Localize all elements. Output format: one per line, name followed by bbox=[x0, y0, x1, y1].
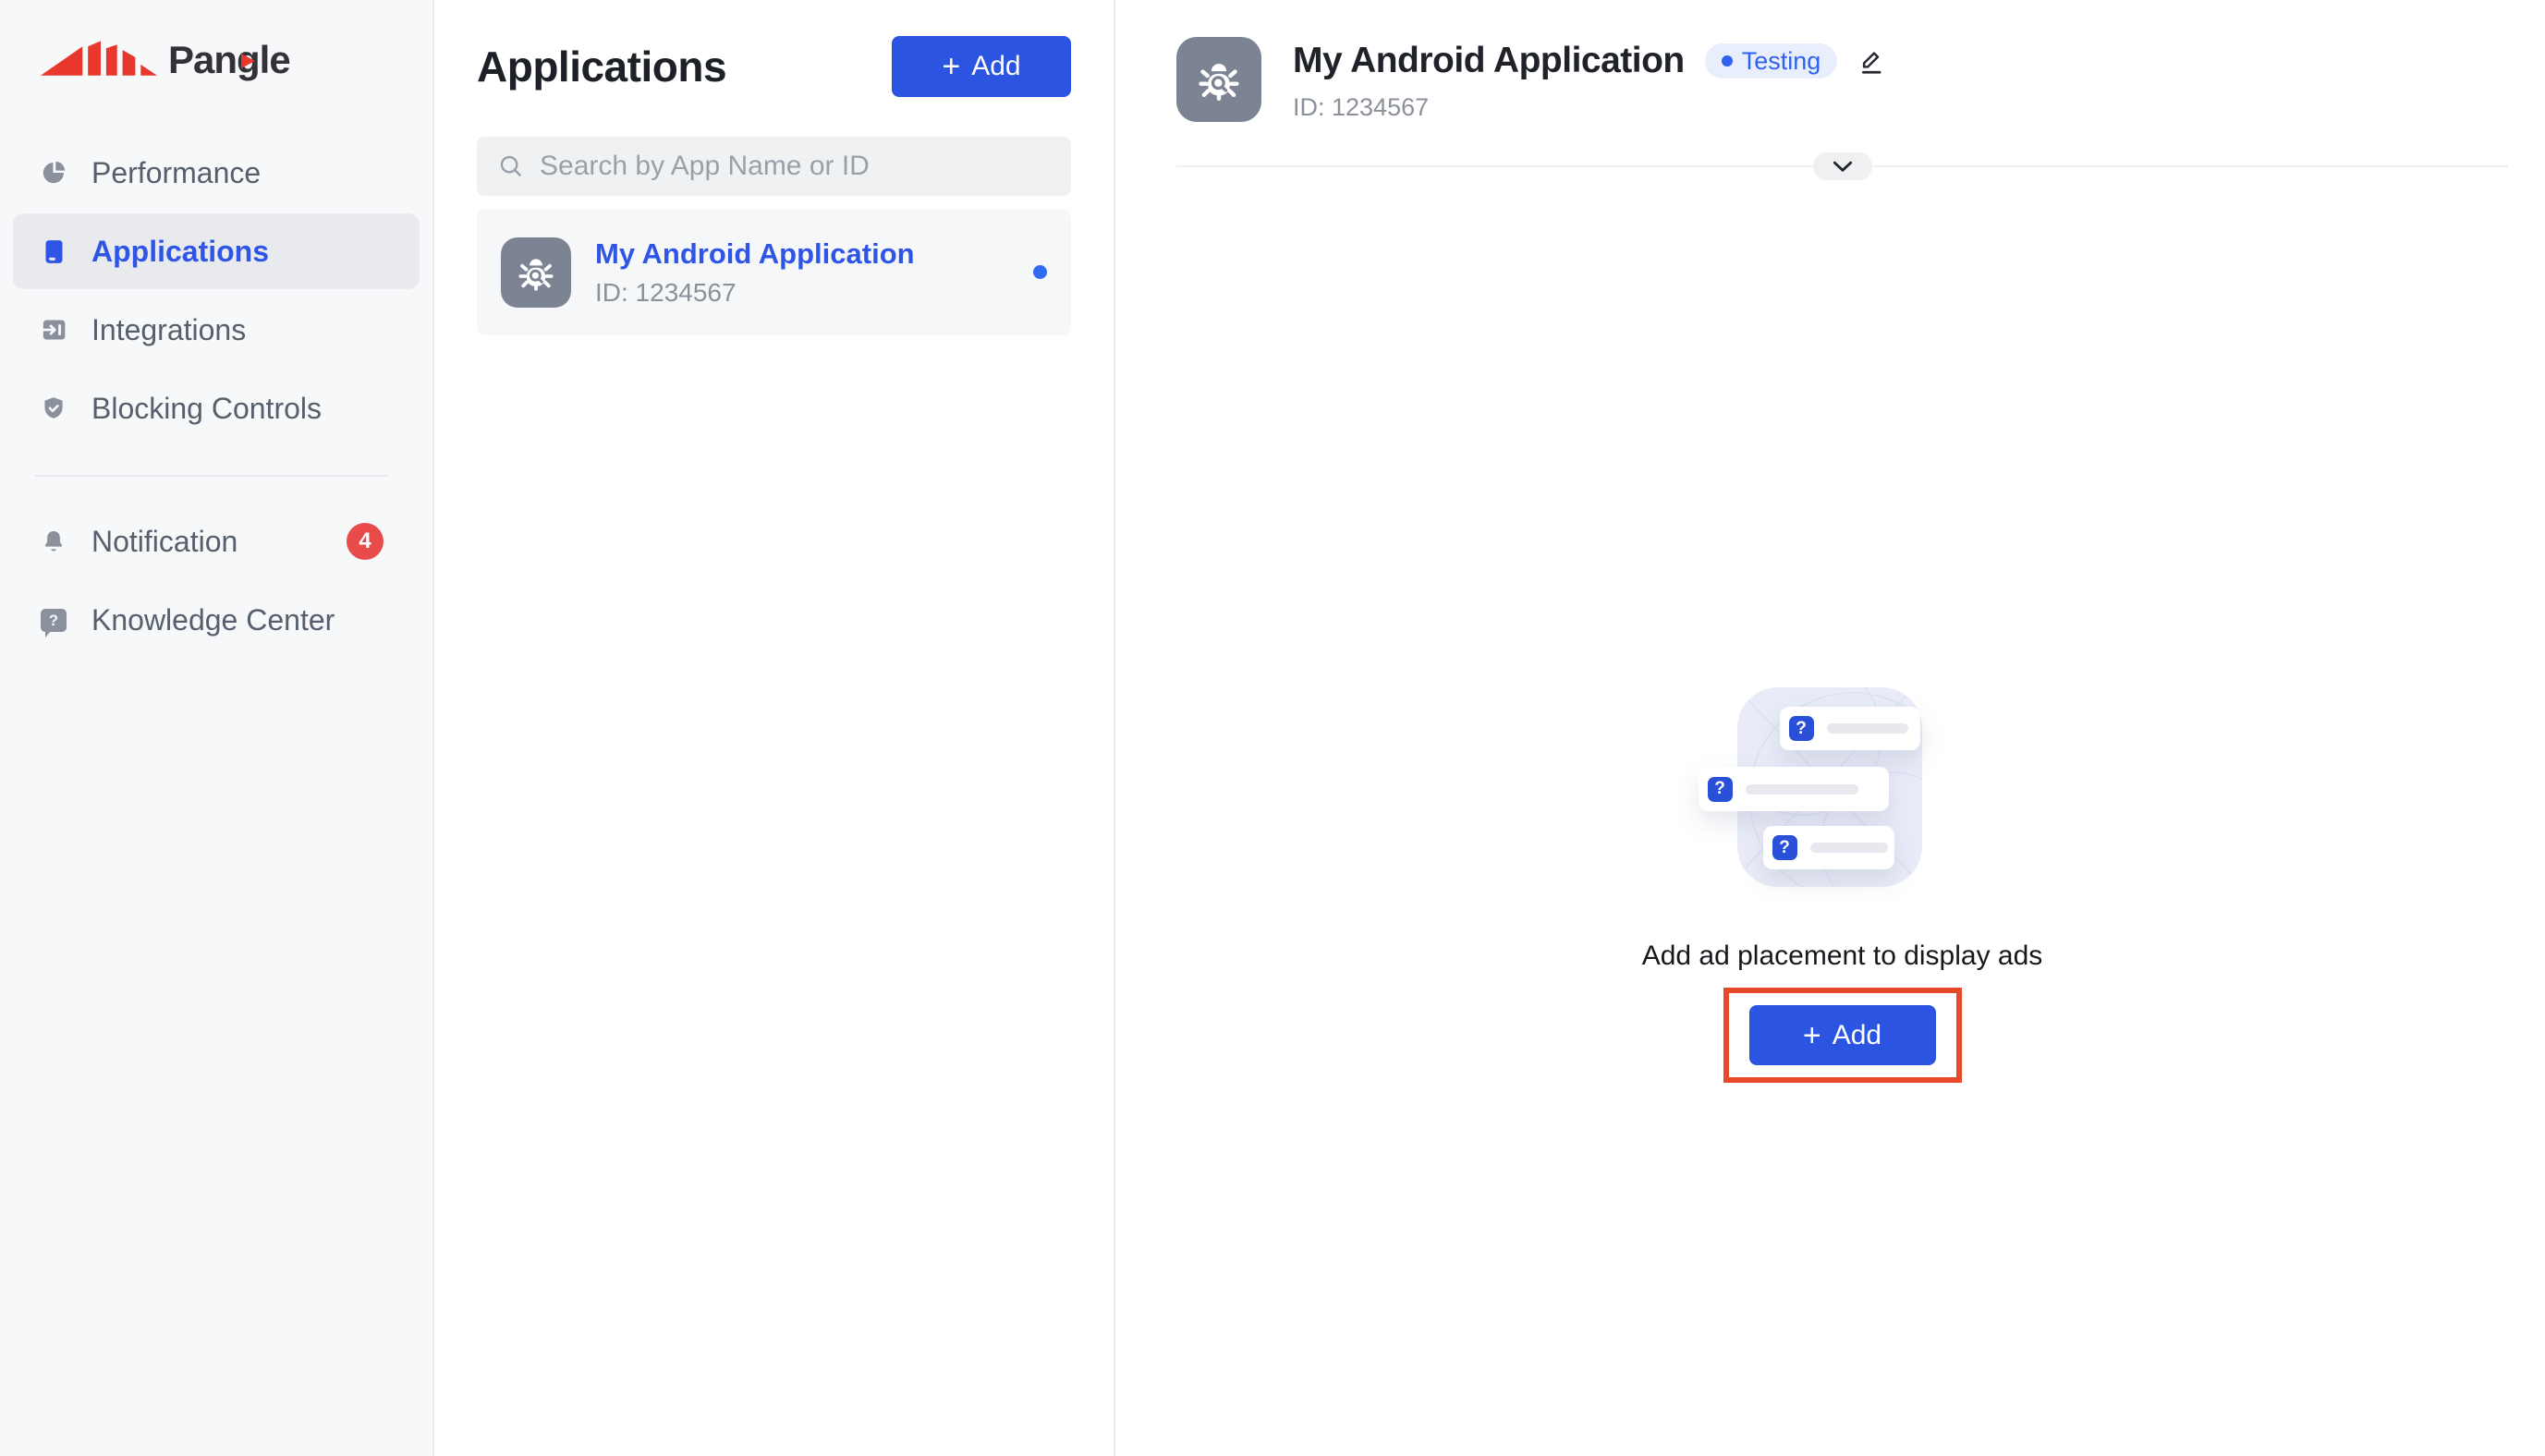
sidebar-item-knowledge-center[interactable]: ? Knowledge Center bbox=[13, 582, 420, 658]
illustration-placement-card: ? bbox=[1780, 707, 1920, 750]
plus-icon: + bbox=[942, 51, 960, 82]
pangle-logo-mark bbox=[41, 38, 159, 82]
logo-g-accent bbox=[241, 54, 255, 68]
sidebar-item-label: Performance bbox=[91, 156, 261, 190]
sidebar-secondary-nav: Notification 4 ? Knowledge Center bbox=[0, 504, 432, 658]
sidebar-divider bbox=[35, 475, 388, 477]
placements-empty-state: ? ? ? Add ad placement to display ads + … bbox=[1176, 167, 2508, 1083]
sidebar-item-notification[interactable]: Notification 4 bbox=[13, 504, 420, 579]
selected-app-dot bbox=[1033, 265, 1047, 279]
pangle-logo[interactable]: Pangle bbox=[41, 33, 432, 87]
sidebar-item-label: Integrations bbox=[91, 313, 246, 347]
app-id: ID: 1234567 bbox=[595, 278, 915, 308]
app-card-text: My Android Application ID: 1234567 bbox=[595, 237, 915, 308]
pangle-wordmark: Pangle bbox=[168, 38, 290, 82]
sidebar-item-label: Knowledge Center bbox=[91, 603, 335, 637]
status-label: Testing bbox=[1742, 47, 1821, 76]
sidebar-nav: Performance Applications bbox=[0, 135, 432, 658]
test-app-bug-icon bbox=[501, 237, 571, 308]
sidebar-item-performance[interactable]: Performance bbox=[13, 135, 420, 211]
app-detail-name: My Android Application bbox=[1293, 41, 1685, 81]
add-application-button[interactable]: + Add bbox=[892, 36, 1071, 97]
sidebar-item-integrations[interactable]: Integrations bbox=[13, 292, 420, 368]
search-icon bbox=[497, 152, 525, 180]
sidebar-item-label: Blocking Controls bbox=[91, 392, 322, 426]
page-title: Applications bbox=[477, 42, 726, 91]
add-application-button-label: Add bbox=[971, 51, 1020, 82]
app-name: My Android Application bbox=[595, 237, 915, 271]
question-chip-icon: ? bbox=[1708, 777, 1733, 802]
add-placement-button[interactable]: + Add bbox=[1749, 1005, 1936, 1065]
app-list-item[interactable]: My Android Application ID: 1234567 bbox=[477, 209, 1071, 335]
help-bubble-icon: ? bbox=[40, 606, 67, 634]
illustration-placement-card: ? bbox=[1699, 767, 1889, 811]
tutorial-highlight-frame: + Add bbox=[1723, 988, 1962, 1083]
collapse-header-button[interactable] bbox=[1813, 152, 1872, 180]
sidebar-item-label: Notification bbox=[91, 525, 237, 559]
illustration-text-bar bbox=[1810, 843, 1888, 853]
status-badge: Testing bbox=[1705, 43, 1838, 79]
empty-state-message: Add ad placement to display ads bbox=[1642, 940, 2043, 972]
illustration-text-bar bbox=[1827, 723, 1908, 734]
list-panel-header: Applications + Add bbox=[477, 35, 1071, 98]
bell-icon bbox=[40, 528, 67, 555]
sidebar-item-blocking-controls[interactable]: Blocking Controls bbox=[13, 370, 420, 446]
notification-count-badge: 4 bbox=[347, 523, 384, 560]
applications-icon bbox=[40, 237, 67, 265]
illustration-text-bar bbox=[1746, 784, 1858, 795]
app-detail-titles: My Android Application Testing ID: 12345… bbox=[1293, 37, 1886, 122]
sidebar: Pangle Performance Applications bbox=[0, 0, 434, 1456]
chevron-down-icon bbox=[1833, 161, 1853, 173]
pangle-wordmark-text: Pangle bbox=[168, 38, 290, 81]
header-divider bbox=[1176, 165, 2508, 167]
add-placement-button-label: Add bbox=[1833, 1020, 1881, 1051]
app-detail-panel: My Android Application Testing ID: 12345… bbox=[1115, 0, 2545, 1456]
app-detail-id: ID: 1234567 bbox=[1293, 93, 1886, 122]
integration-arrow-icon bbox=[40, 316, 67, 344]
illustration-placement-card: ? bbox=[1763, 826, 1894, 869]
test-app-bug-icon bbox=[1176, 37, 1261, 122]
pie-chart-icon bbox=[40, 159, 67, 187]
empty-state-illustration: ? ? ? bbox=[1719, 687, 1941, 887]
shield-check-icon bbox=[40, 394, 67, 422]
status-dot bbox=[1722, 55, 1733, 67]
applications-list-panel: Applications + Add bbox=[434, 0, 1115, 1456]
app-search-box bbox=[477, 137, 1071, 196]
edit-pencil-icon bbox=[1857, 46, 1886, 77]
sidebar-item-applications[interactable]: Applications bbox=[13, 213, 420, 289]
question-chip-icon: ? bbox=[1772, 835, 1797, 860]
search-input[interactable] bbox=[540, 151, 1051, 182]
plus-icon: + bbox=[1803, 1020, 1821, 1051]
app-title-row: My Android Application Testing bbox=[1293, 41, 1886, 81]
sidebar-item-label: Applications bbox=[91, 235, 269, 269]
question-chip-icon: ? bbox=[1789, 716, 1814, 741]
edit-app-button[interactable] bbox=[1857, 46, 1886, 77]
app-detail-header: My Android Application Testing ID: 12345… bbox=[1176, 37, 2508, 122]
